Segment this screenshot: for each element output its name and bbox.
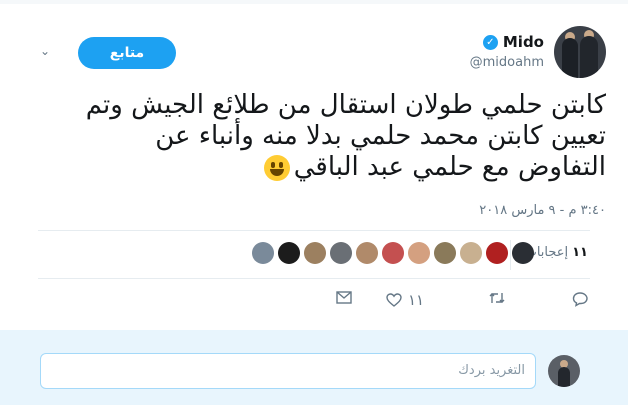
liker-avatar[interactable] <box>278 242 300 264</box>
liker-avatar[interactable] <box>408 242 430 264</box>
liker-avatar[interactable] <box>382 242 404 264</box>
current-user-avatar <box>548 355 580 387</box>
reply-icon <box>572 292 588 307</box>
liker-avatar[interactable] <box>304 242 326 264</box>
envelope-icon <box>336 291 352 304</box>
retweet-icon <box>489 293 505 303</box>
liker-avatar[interactable] <box>486 242 508 264</box>
liker-avatars <box>252 242 534 264</box>
direct-message-button[interactable] <box>336 291 352 304</box>
tweet-line: تعيين كابتن محمد حلمي بدلا منه وأنباء عن <box>155 121 606 151</box>
display-name-text: Mido <box>502 33 544 51</box>
like-count: ١١ <box>408 291 425 309</box>
like-button[interactable]: ١١ <box>386 291 424 309</box>
likes-number: ١١ <box>572 245 588 260</box>
liker-avatar[interactable] <box>512 242 534 264</box>
retweet-button[interactable] <box>488 291 506 305</box>
reply-button[interactable] <box>572 291 588 307</box>
liker-avatar[interactable] <box>330 242 352 264</box>
action-bar: ١١ <box>0 291 628 311</box>
user-handle[interactable]: @midoahm <box>470 55 544 70</box>
top-border <box>0 0 628 4</box>
liker-avatar[interactable] <box>434 242 456 264</box>
display-name[interactable]: ✓ Mido <box>482 33 544 51</box>
tweet-text: كابتن حلمي طولان استقال من طلائع الجيش و… <box>26 90 606 183</box>
tweet-card: ✓ Mido @midoahm متابع ⌄ كابتن حلمي طولان… <box>0 0 628 405</box>
avatar[interactable] <box>554 26 606 78</box>
smiling-face-icon <box>263 154 290 181</box>
divider <box>38 278 590 279</box>
liker-avatar[interactable] <box>252 242 274 264</box>
verified-check-icon: ✓ <box>482 34 498 50</box>
divider <box>38 230 590 231</box>
tweet-line: كابتن حلمي طولان استقال من طلائع الجيش و… <box>85 90 606 120</box>
liker-avatar[interactable] <box>356 242 378 264</box>
follow-button[interactable]: متابع <box>78 37 176 69</box>
reply-input[interactable]: التغريد بردك <box>40 353 536 389</box>
chevron-down-icon[interactable]: ⌄ <box>38 44 52 58</box>
tweet-line: التفاوض مع حلمي عبد الباقي <box>26 152 606 183</box>
heart-icon <box>386 293 402 307</box>
tweet-timestamp[interactable]: ٣:٤٠ م - ٩ مارس ٢٠١٨ <box>479 203 606 218</box>
liker-avatar[interactable] <box>460 242 482 264</box>
likes-count[interactable]: ١١ إعجابات <box>525 245 588 260</box>
